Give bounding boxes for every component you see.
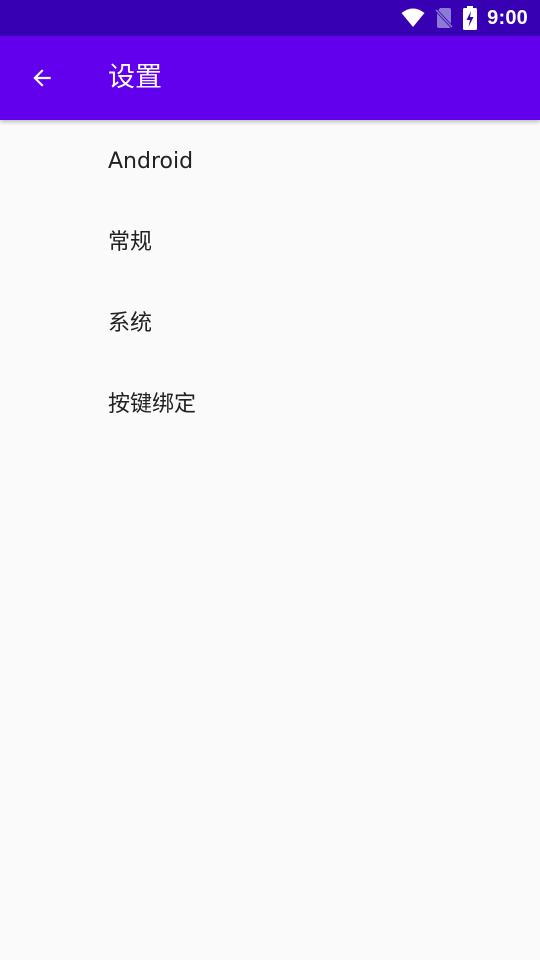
status-bar: 9:00: [0, 0, 540, 36]
preference-item-general[interactable]: 常规: [0, 201, 540, 282]
status-icons: 9:00: [401, 0, 528, 36]
preference-label: 系统: [108, 311, 153, 336]
status-time: 9:00: [487, 6, 528, 29]
preference-label: Android: [108, 149, 194, 174]
preference-label: 按键绑定: [108, 392, 197, 417]
preference-list: Android 常规 系统 按键绑定: [0, 120, 540, 444]
preference-item-key-bindings[interactable]: 按键绑定: [0, 363, 540, 444]
no-sim-icon: [435, 7, 454, 29]
preference-item-system[interactable]: 系统: [0, 282, 540, 363]
preference-item-android[interactable]: Android: [0, 120, 540, 201]
page-title: 设置: [108, 62, 162, 93]
app-bar: 设置: [0, 36, 540, 120]
battery-charging-icon: [463, 6, 478, 30]
preference-label: 常规: [108, 230, 153, 255]
back-button[interactable]: [18, 54, 66, 102]
wifi-icon: [401, 8, 425, 28]
arrow-back-icon: [29, 65, 55, 91]
